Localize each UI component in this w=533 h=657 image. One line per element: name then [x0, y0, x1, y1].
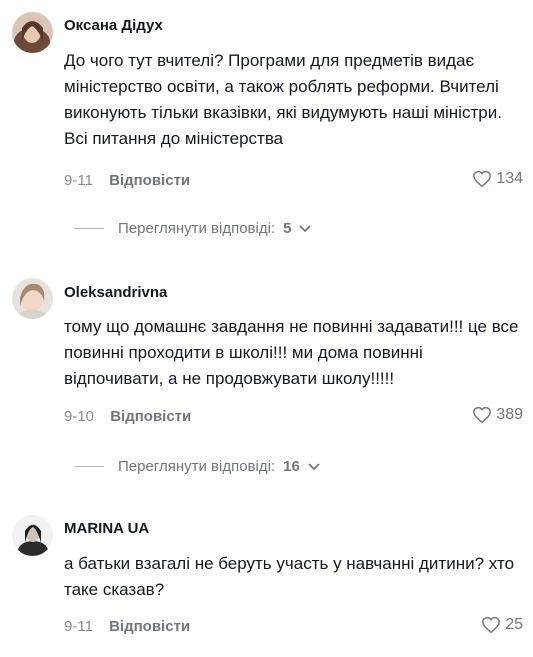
comment-date: 9-11	[64, 172, 93, 189]
like-button[interactable]: 134	[472, 170, 523, 188]
divider-line	[74, 228, 104, 229]
heart-icon	[473, 170, 492, 188]
divider-line	[74, 466, 104, 467]
reply-button[interactable]: Відповісти	[109, 618, 190, 635]
comment-text: До чого тут вчителі? Програми для предме…	[64, 51, 502, 148]
chevron-down-icon	[299, 224, 312, 232]
comment-meta: 9-10 Відповісти	[64, 408, 191, 425]
reply-button[interactable]: Відповісти	[109, 172, 190, 189]
avatar[interactable]	[12, 515, 53, 556]
username[interactable]: Оксана Дідух	[64, 17, 163, 34]
avatar[interactable]	[12, 278, 53, 319]
chevron-down-icon	[308, 462, 320, 470]
like-count: 389	[496, 406, 523, 423]
like-button[interactable]: 25	[481, 616, 523, 634]
like-button[interactable]: 389	[472, 406, 523, 424]
username[interactable]: Oleksandrivna	[64, 284, 167, 301]
like-count: 134	[496, 170, 523, 187]
heart-icon	[482, 616, 501, 634]
replies-count: 5	[283, 220, 292, 237]
comment-meta: 9-11 Відповісти	[64, 618, 190, 635]
view-replies-button[interactable]: Переглянути відповіді: 5	[74, 220, 312, 237]
view-replies-label: Переглянути відповіді:	[118, 458, 276, 475]
comment-text: а батьки взагалі не беруть участь у навч…	[64, 554, 515, 599]
avatar[interactable]	[12, 12, 53, 53]
view-replies-button[interactable]: Переглянути відповіді: 16	[74, 458, 320, 475]
replies-count: 16	[283, 458, 300, 475]
comment-text: тому що домашнє завдання не повинні зада…	[64, 317, 519, 388]
comment-meta: 9-11 Відповісти	[64, 172, 190, 189]
username[interactable]: MARINA UA	[64, 520, 149, 537]
heart-icon	[473, 406, 492, 424]
comment-date: 9-10	[64, 408, 95, 425]
view-replies-label: Переглянути відповіді:	[118, 220, 276, 237]
like-count: 25	[505, 616, 523, 633]
reply-button[interactable]: Відповісти	[110, 408, 191, 425]
comment-date: 9-11	[64, 618, 93, 635]
